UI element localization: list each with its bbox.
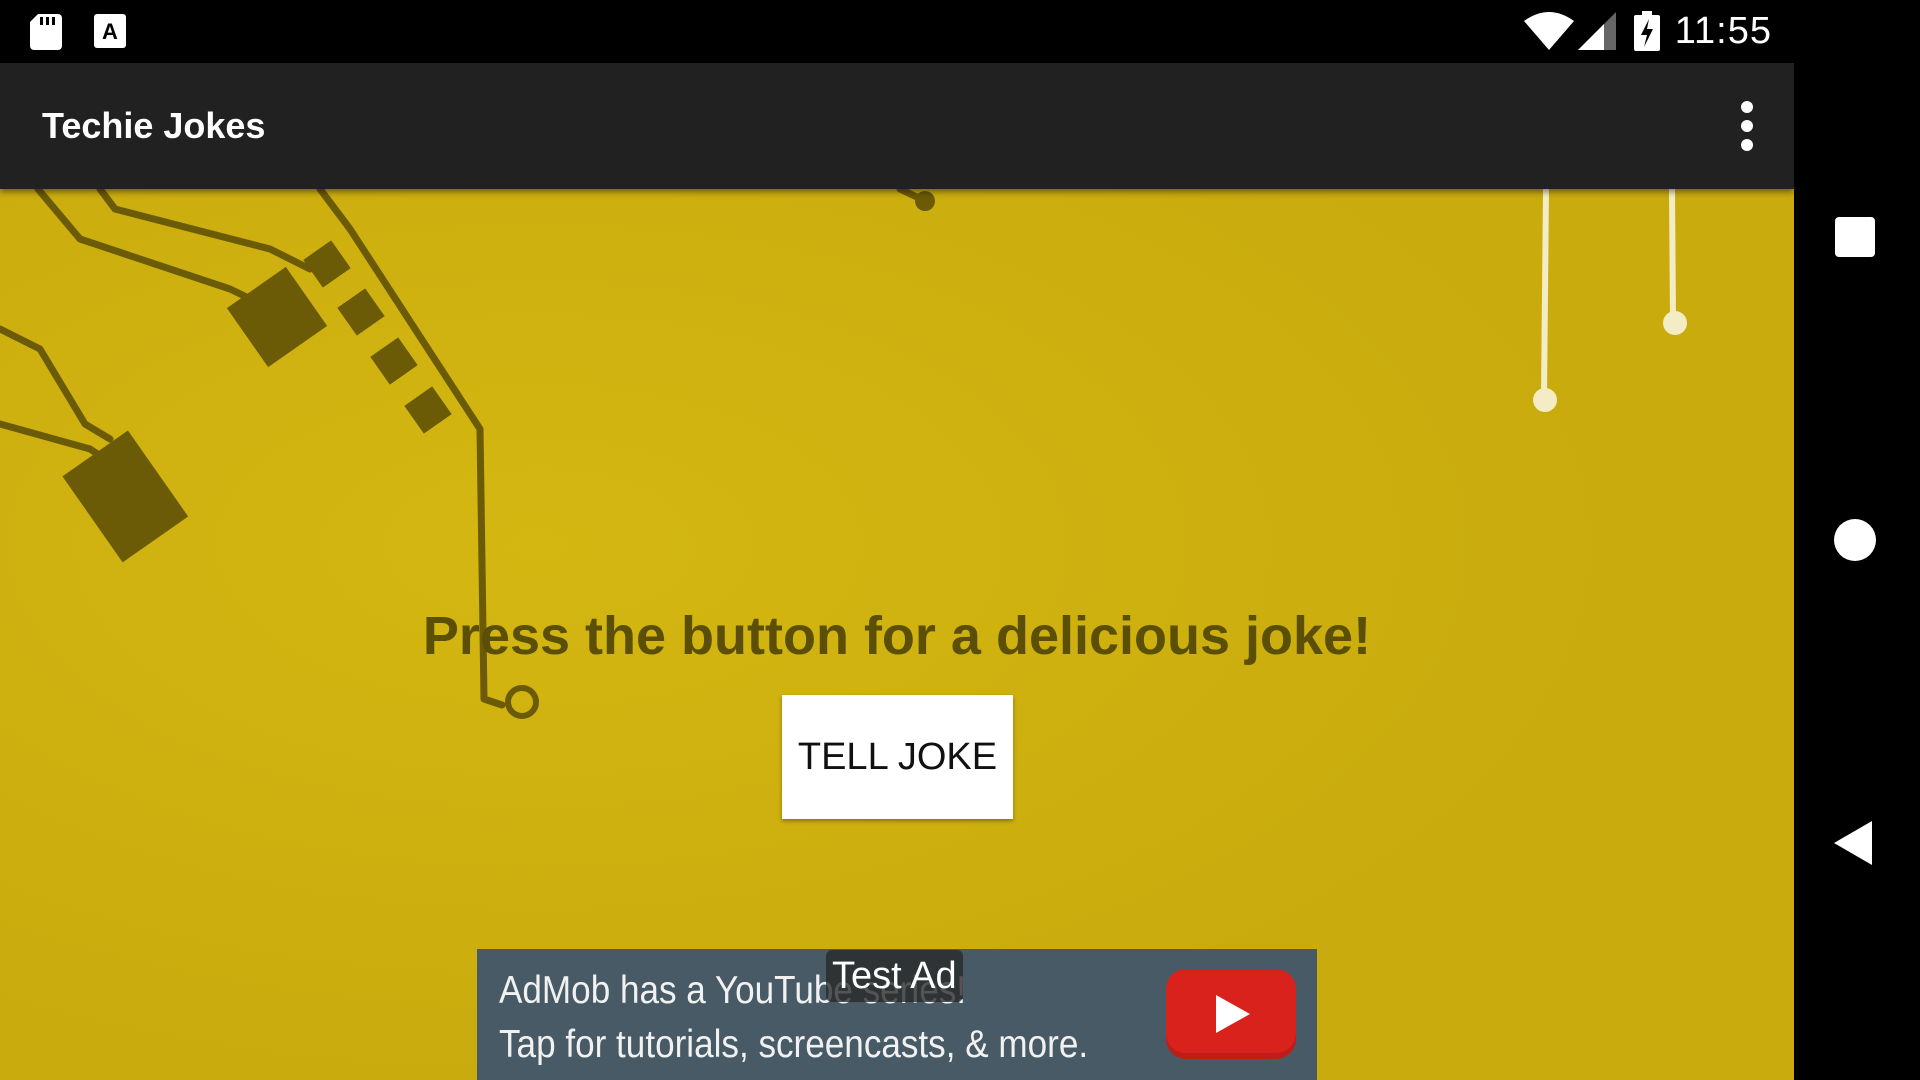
headline: Press the button for a delicious joke! (422, 606, 1372, 666)
test-ad-label: Test Ad (826, 950, 963, 1002)
font-a-icon: A (94, 14, 126, 53)
tell-joke-button[interactable]: TELL JOKE (782, 695, 1013, 819)
status-bar: A 11:55 (0, 0, 1794, 63)
navigation-bar (1794, 0, 1920, 1080)
more-vert-icon[interactable] (1734, 99, 1760, 153)
ad-text-line-2: Tap for tutorials, screencasts, & more. (499, 1023, 1089, 1066)
svg-text:A: A (102, 19, 118, 44)
home-circle-icon[interactable] (1834, 519, 1876, 561)
app-bar: Techie Jokes (0, 63, 1794, 189)
cell-signal-icon (1578, 12, 1616, 55)
status-time: 11:55 (1674, 10, 1772, 52)
main-content: Press the button for a delicious joke! T… (0, 189, 1794, 1080)
app-title: Techie Jokes (42, 105, 266, 146)
battery-charging-icon (1634, 11, 1660, 56)
youtube-play-icon (1166, 969, 1296, 1059)
wifi-icon (1524, 12, 1574, 55)
back-triangle-icon[interactable] (1834, 821, 1872, 865)
sd-card-icon (30, 14, 62, 55)
recents-square-icon[interactable] (1835, 217, 1875, 257)
